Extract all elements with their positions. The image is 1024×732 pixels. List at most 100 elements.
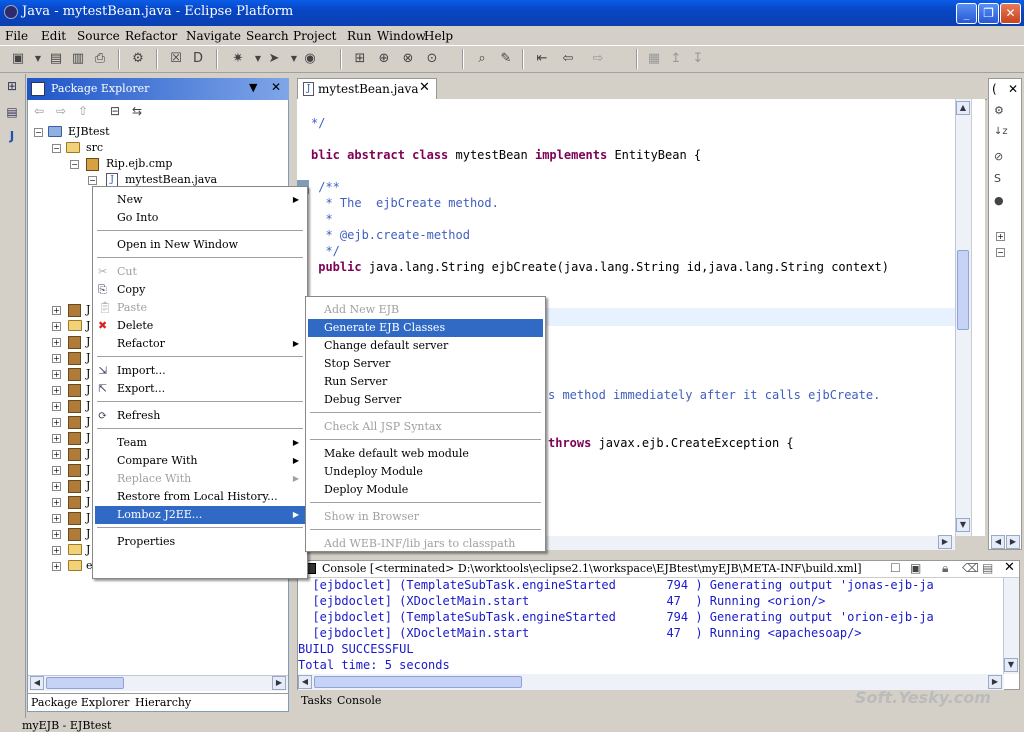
new-wizard-icon[interactable]: ▣ (10, 51, 26, 67)
expand-icon[interactable]: + (52, 354, 61, 363)
back-icon[interactable]: ⇦ (34, 104, 44, 118)
external-tools-icon[interactable]: ◉ (302, 51, 318, 67)
close-view-icon[interactable]: ✕ (1004, 560, 1015, 575)
menu-item-show-in-browser[interactable]: Show in Browser (308, 508, 543, 526)
dropdown-arrow-icon[interactable]: ▼ (286, 51, 302, 67)
expand-icon[interactable]: + (52, 546, 61, 555)
resource-perspective-icon[interactable]: ▤ (4, 104, 20, 120)
console-menu-icon[interactable]: ▤ (982, 561, 993, 575)
menu-item-new[interactable]: New ▶ (95, 191, 305, 209)
scroll-down-button[interactable]: ▼ (956, 518, 970, 532)
last-edit-icon[interactable]: ⇤ (534, 51, 550, 67)
menu-item-refresh[interactable]: ⟳ Refresh (95, 407, 305, 425)
scroll-right-button[interactable]: ▶ (272, 676, 286, 690)
scroll-thumb[interactable] (314, 676, 522, 688)
forward-icon[interactable]: ⇨ (590, 51, 606, 67)
scroll-left-button[interactable]: ◀ (991, 535, 1005, 549)
menu-item-open-in-new-window[interactable]: Open in New Window (95, 236, 305, 254)
prev-annotation-icon[interactable]: ↥ (668, 51, 684, 67)
back-icon[interactable]: ⇦ (560, 51, 576, 67)
new-class-icon[interactable]: ⊕ (376, 51, 392, 67)
ejb-icon[interactable]: ☒ (168, 51, 184, 67)
menu-window[interactable]: Window (377, 29, 426, 43)
hide-fields-icon[interactable]: ⊘ (994, 150, 1003, 163)
expand-icon[interactable]: + (52, 322, 61, 331)
save-icon[interactable]: ▤ (48, 51, 64, 67)
menu-item-add-new-ejb[interactable]: Add New EJB (308, 301, 543, 319)
scroll-right-button[interactable]: ▶ (938, 535, 952, 549)
clear-console-icon[interactable]: ☐ (890, 561, 901, 575)
build-icon[interactable]: ⚙ (130, 51, 146, 67)
editor-tab[interactable]: J mytestBean.java ✕ (297, 78, 437, 99)
tab-package-explorer[interactable]: Package Explorer (31, 696, 129, 709)
scroll-thumb[interactable] (957, 250, 969, 330)
menu-file[interactable]: File (5, 29, 28, 43)
open-type-icon[interactable]: ⊙ (424, 51, 440, 67)
scroll-thumb[interactable] (46, 677, 124, 689)
menu-project[interactable]: Project (293, 29, 336, 43)
collapse-icon[interactable]: − (70, 160, 79, 169)
close-view-icon[interactable]: ✕ (271, 80, 281, 94)
collapse-icon[interactable]: − (996, 248, 1005, 257)
close-window-button[interactable]: ✕ (1000, 3, 1021, 24)
menu-item-undeploy-module[interactable]: Undeploy Module (308, 463, 543, 481)
maximize-button[interactable]: ❐ (978, 3, 999, 24)
menu-item-properties[interactable]: Properties (95, 533, 305, 551)
expand-icon[interactable]: + (996, 232, 1005, 241)
menu-item-refactor[interactable]: Refactor ▶ (95, 335, 305, 353)
print-icon[interactable]: ⎙ (92, 51, 108, 67)
expand-icon[interactable]: + (52, 498, 61, 507)
expand-icon[interactable]: + (52, 482, 61, 491)
menu-navigate[interactable]: Navigate (186, 29, 241, 43)
save-all-icon[interactable]: ▥ (70, 51, 86, 67)
next-annotation-icon[interactable]: ▦ (646, 51, 662, 67)
tab-console[interactable]: Console (337, 694, 381, 707)
menu-item-replace-with[interactable]: Replace With ▶ (95, 470, 305, 488)
open-perspective-icon[interactable]: ⊞ (4, 78, 20, 94)
menu-item-cut[interactable]: ✂ Cut (95, 263, 305, 281)
link-with-editor-icon[interactable]: ⇆ (132, 104, 142, 118)
scroll-down-button[interactable]: ▼ (1004, 658, 1018, 672)
view-menu-icon[interactable]: ▼ (249, 81, 257, 94)
deploy-icon[interactable]: D (190, 51, 206, 67)
scroll-left-button[interactable]: ◀ (298, 675, 312, 689)
forward-icon[interactable]: ⇨ (56, 104, 66, 118)
minimize-button[interactable]: _ (956, 3, 977, 24)
menu-item-compare-with[interactable]: Compare With ▶ (95, 452, 305, 470)
expand-icon[interactable]: + (52, 418, 61, 427)
scroll-lock-icon[interactable]: ⌫ (962, 561, 979, 575)
alphabetical-sort-icon[interactable]: ↓z (994, 126, 1008, 137)
run-icon[interactable]: ➤ (266, 51, 282, 67)
menu-item-make-default-web-module[interactable]: Make default web module (308, 445, 543, 463)
menu-item-stop-server[interactable]: Stop Server (308, 355, 543, 373)
menu-item-generate-ejb-classes[interactable]: Generate EJB Classes (308, 319, 543, 337)
dropdown-arrow-icon[interactable]: ▼ (250, 51, 266, 67)
pin-icon[interactable]: ↧ (690, 51, 706, 67)
sort-icon[interactable]: ⚙ (994, 104, 1004, 117)
menu-item-export[interactable]: ⇱ Export... (95, 380, 305, 398)
menu-item-team[interactable]: Team ▶ (95, 434, 305, 452)
menu-search[interactable]: Search (246, 29, 289, 43)
expand-icon[interactable]: + (52, 306, 61, 315)
java-perspective-icon[interactable]: J (4, 128, 20, 144)
expand-icon[interactable]: + (52, 562, 61, 571)
hide-nonpublic-icon[interactable]: ● (994, 194, 1004, 207)
menu-help[interactable]: Help (424, 29, 453, 43)
pencil-icon[interactable]: ✎ (498, 51, 514, 67)
menu-item-lomboz-j2ee[interactable]: Lomboz J2EE... ▶ (95, 506, 305, 524)
display-console-icon[interactable]: ▣ (910, 561, 921, 575)
expand-icon[interactable]: + (52, 530, 61, 539)
menu-edit[interactable]: Edit (41, 29, 66, 43)
collapse-all-icon[interactable]: ⊟ (110, 104, 120, 118)
scroll-up-button[interactable]: ▲ (956, 101, 970, 115)
menu-source[interactable]: Source (77, 29, 120, 43)
expand-icon[interactable]: + (52, 466, 61, 475)
expand-icon[interactable]: + (52, 514, 61, 523)
menu-item-import[interactable]: ⇲ Import... (95, 362, 305, 380)
tab-tasks[interactable]: Tasks (301, 694, 332, 707)
menu-item-add-web-inf-lib-jars-to-classpath[interactable]: Add WEB-INF/lib jars to classpath (308, 535, 543, 553)
new-interface-icon[interactable]: ⊗ (400, 51, 416, 67)
up-icon[interactable]: ⇧ (78, 104, 88, 118)
menu-item-copy[interactable]: ⎘ Copy (95, 281, 305, 299)
close-tab-icon[interactable]: ✕ (419, 80, 430, 95)
